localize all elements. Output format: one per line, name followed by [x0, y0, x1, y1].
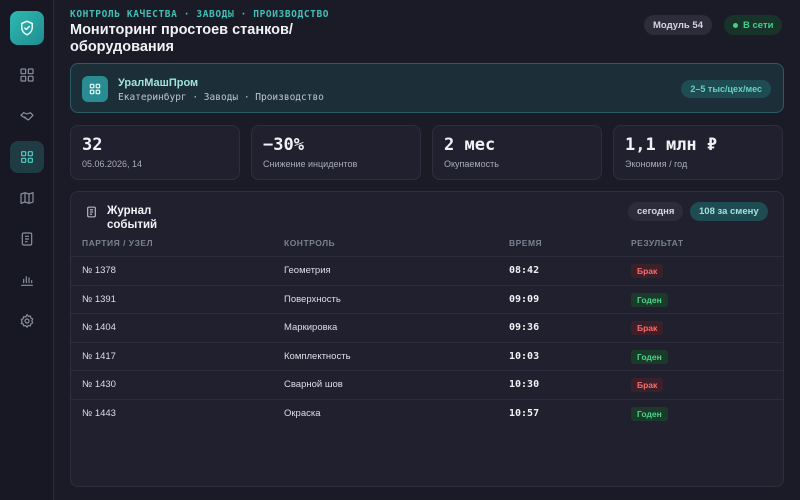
row-time: 10:57: [509, 407, 540, 419]
stat-value: −30%: [263, 135, 304, 155]
page-title: Мониторинг простоев станков/ оборудовани…: [70, 22, 293, 55]
document-icon: [21, 232, 33, 246]
sidebar-item-settings[interactable]: [10, 305, 44, 337]
column-header-batch[interactable]: ПАРТИЯ / УЗЕЛ: [82, 238, 153, 248]
stat-card: 1,1 млн ₽ Экономия / год: [613, 125, 783, 180]
sidebar-item-analytics[interactable]: [10, 264, 44, 296]
grid-icon: [21, 151, 33, 163]
map-icon: [20, 192, 34, 204]
table-row[interactable]: № 1391 Поверхность 09:09 Годен: [71, 284, 783, 314]
today-filter-button[interactable]: сегодня: [628, 202, 684, 221]
document-icon: [87, 206, 96, 218]
column-header-control[interactable]: КОНТРОЛЬ: [284, 238, 335, 248]
stat-label: Экономия / год: [625, 159, 688, 169]
row-time: 09:09: [509, 293, 540, 305]
sidebar-item-partners[interactable]: [10, 100, 44, 132]
sidebar-item-reports[interactable]: [10, 223, 44, 255]
status-badge: Брак: [631, 378, 664, 392]
online-status-badge: В сети: [724, 15, 783, 35]
row-control: Геометрия: [284, 265, 331, 276]
stat-value: 2 мес: [444, 135, 496, 155]
table-row[interactable]: № 1378 Геометрия 08:42 Брак: [71, 256, 783, 285]
company-card: УралМашПром Екатеринбург · Заводы · Прои…: [70, 63, 784, 113]
dashboard-icon: [20, 68, 34, 82]
stat-label: 05.06.2026, 14: [82, 159, 143, 169]
online-status-label: В сети: [743, 19, 774, 31]
status-badge: Брак: [631, 264, 664, 278]
table-row[interactable]: № 1443 Окраска 10:57 Годен: [71, 398, 783, 428]
gear-icon: [20, 313, 34, 329]
row-batch: № 1443: [82, 407, 116, 419]
main-content: КОНТРОЛЬ КАЧЕСТВА · ЗАВОДЫ · ПРОИЗВОДСТВ…: [54, 0, 800, 500]
table-row[interactable]: № 1430 Сварной шов 10:30 Брак: [71, 370, 783, 399]
stat-value: 1,1 млн ₽: [625, 135, 718, 155]
row-batch: № 1404: [82, 322, 116, 333]
row-batch: № 1378: [82, 265, 116, 276]
module-badge: Модуль 54: [644, 15, 712, 35]
sidebar-item-map[interactable]: [10, 182, 44, 214]
app-logo[interactable]: [10, 11, 44, 45]
status-badge: Годен: [631, 406, 668, 421]
bar-chart-icon: [21, 276, 33, 286]
row-time: 09:36: [509, 322, 540, 333]
stat-value: 32: [82, 135, 103, 155]
row-batch: № 1391: [82, 293, 116, 305]
table-row[interactable]: № 1404 Маркировка 09:36 Брак: [71, 313, 783, 342]
row-time: 10:03: [509, 350, 540, 362]
status-badge: Брак: [631, 321, 664, 335]
status-badge: Годен: [631, 349, 668, 364]
table-row[interactable]: № 1417 Комплектность 10:03 Годен: [71, 341, 783, 371]
row-time: 10:30: [509, 379, 540, 390]
column-header-result[interactable]: РЕЗУЛЬТАТ: [631, 238, 684, 248]
row-control: Сварной шов: [284, 379, 343, 390]
stat-card: −30% Снижение инцидентов: [251, 125, 421, 180]
grid-icon: [89, 83, 101, 95]
breadcrumb: КОНТРОЛЬ КАЧЕСТВА · ЗАВОДЫ · ПРОИЗВОДСТВ…: [70, 9, 330, 20]
stat-card: 32 05.06.2026, 14: [70, 125, 240, 180]
company-name: УралМашПром: [118, 77, 199, 89]
company-badge: 2–5 тыс/цех/мес: [681, 80, 771, 98]
stat-label: Снижение инцидентов: [263, 159, 358, 169]
status-badge: Годен: [631, 292, 668, 307]
row-time: 08:42: [509, 265, 540, 276]
event-log-title: Журнал событий: [107, 205, 158, 231]
handshake-icon: [20, 112, 34, 121]
shield-check-icon: [21, 20, 33, 36]
row-control: Маркировка: [284, 322, 338, 333]
row-control: Окраска: [284, 407, 321, 419]
sidebar-item-modules[interactable]: [10, 141, 44, 173]
shift-count-badge: 108 за смену: [690, 202, 768, 221]
row-batch: № 1417: [82, 350, 116, 362]
row-control: Поверхность: [284, 293, 341, 305]
column-header-time[interactable]: ВРЕМЯ: [509, 238, 542, 248]
event-log-panel: Журнал событий сегодня 108 за смену ПАРТ…: [70, 191, 784, 487]
sidebar: [0, 0, 54, 500]
online-dot-icon: [733, 22, 738, 28]
row-batch: № 1430: [82, 379, 116, 390]
company-icon: [82, 76, 108, 102]
sidebar-item-dashboard[interactable]: [10, 59, 44, 91]
company-subtitle: Екатеринбург · Заводы · Производство: [118, 92, 324, 103]
stat-card: 2 мес Окупаемость: [432, 125, 602, 180]
stat-label: Окупаемость: [444, 159, 499, 169]
row-control: Комплектность: [284, 350, 351, 362]
